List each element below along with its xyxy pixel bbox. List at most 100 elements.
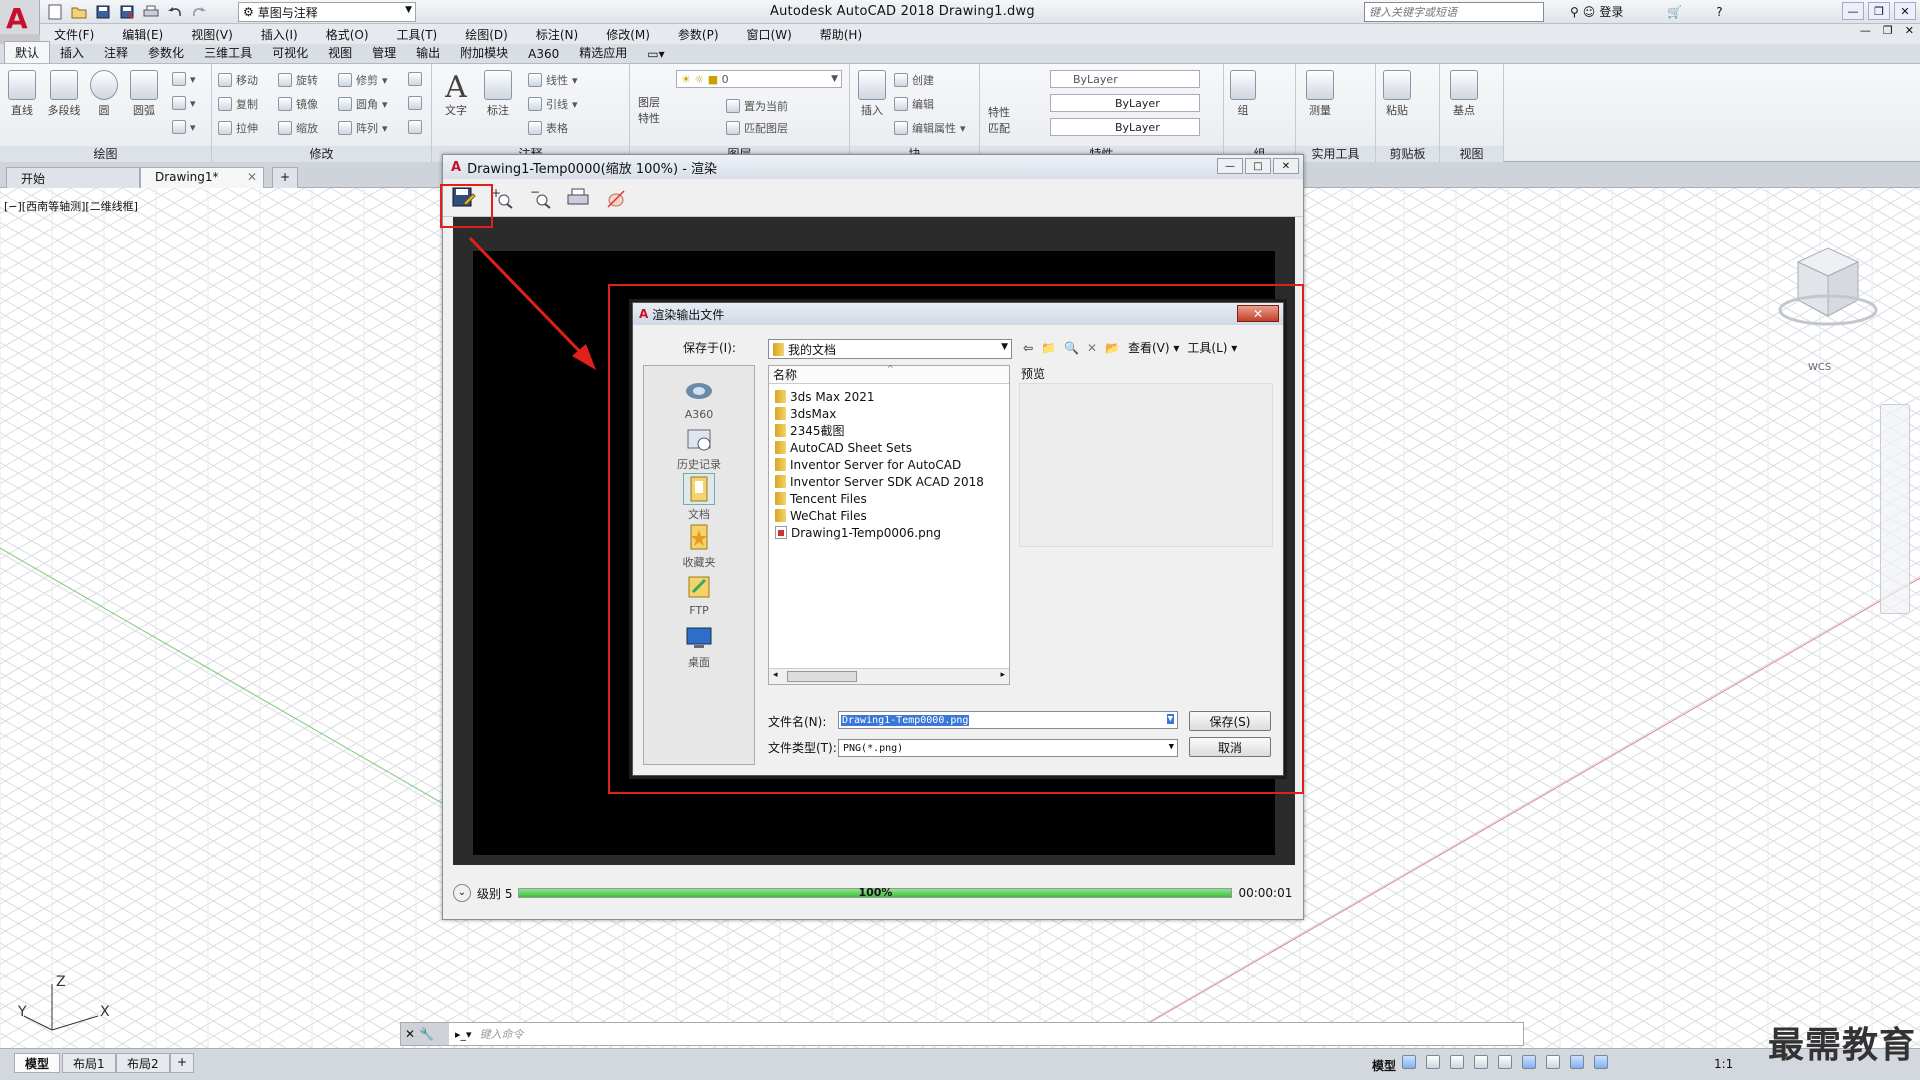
up-folder-icon[interactable]: 📁 xyxy=(1041,341,1056,355)
new-tab-button[interactable]: + xyxy=(272,167,298,188)
tab-featured-apps[interactable]: 精选应用 xyxy=(569,42,637,63)
polar-icon[interactable] xyxy=(1474,1055,1488,1069)
menu-window[interactable]: 窗口(W) xyxy=(733,26,806,43)
close-icon[interactable]: ✕ xyxy=(247,170,257,184)
cancel-button[interactable]: 取消 xyxy=(1189,737,1271,757)
column-header-name[interactable]: 名称 ^ xyxy=(769,364,1009,384)
ortho-icon[interactable] xyxy=(1450,1055,1464,1069)
scrollbar-thumb[interactable] xyxy=(787,671,857,682)
mirror-button[interactable]: 镜像 xyxy=(278,96,318,112)
group-button[interactable]: 组 xyxy=(1228,70,1258,118)
view-panel-title[interactable]: 视图 xyxy=(1440,146,1503,162)
scroll-left-icon[interactable]: ◂ xyxy=(773,670,778,680)
autoscale-icon[interactable] xyxy=(1594,1055,1608,1069)
expand-chevron-icon[interactable]: ⌄ xyxy=(453,884,471,902)
tab-layout2[interactable]: 布局2 xyxy=(116,1053,170,1073)
menu-format[interactable]: 格式(O) xyxy=(312,26,383,43)
hatch-icon[interactable]: ▾ xyxy=(172,96,196,110)
ellipse-icon[interactable]: ▾ xyxy=(172,120,196,134)
annotation-scale[interactable]: 1:1 xyxy=(1714,1057,1733,1071)
clipboard-panel-title[interactable]: 剪贴板 xyxy=(1376,146,1439,162)
tab-a360[interactable]: A360 xyxy=(518,45,569,63)
menu-edit[interactable]: 编辑(E) xyxy=(108,26,177,43)
leader-button[interactable]: 引线 ▾ xyxy=(528,96,578,112)
object-snap-tracking-icon[interactable] xyxy=(1522,1055,1536,1069)
tab-insert[interactable]: 插入 xyxy=(50,42,94,63)
tab-visualize[interactable]: 可视化 xyxy=(262,42,318,63)
viewcube[interactable] xyxy=(1768,240,1878,350)
login-label[interactable]: 登录 xyxy=(1599,3,1623,20)
undo-icon[interactable] xyxy=(166,3,184,21)
login-area[interactable]: ⚲ ☺ 登录 🛒 ? xyxy=(1570,3,1723,20)
minimize-icon[interactable]: — xyxy=(1842,2,1864,20)
tab-home[interactable]: 默认 xyxy=(4,41,51,63)
base-point-button[interactable]: 基点 xyxy=(1444,70,1484,118)
menu-view[interactable]: 视图(V) xyxy=(177,26,247,43)
redo-icon[interactable] xyxy=(190,3,208,21)
wrench-icon[interactable]: 🔧 xyxy=(419,1027,434,1041)
arc-button[interactable]: 圆弧 xyxy=(124,70,164,118)
teapot-render-icon[interactable] xyxy=(603,185,629,211)
lineweight-select[interactable]: ByLayer xyxy=(1050,118,1200,136)
list-item[interactable]: WeChat Files xyxy=(775,507,867,524)
tab-parametric[interactable]: 参数化 xyxy=(138,42,194,63)
menu-insert[interactable]: 插入(I) xyxy=(247,26,312,43)
save-in-select[interactable]: 我的文档 ▼ xyxy=(768,339,1012,359)
back-arrow-icon[interactable]: ⇦ xyxy=(1023,341,1033,355)
measure-button[interactable]: 测量 xyxy=(1300,70,1340,118)
copy-button[interactable]: 复制 xyxy=(218,96,258,112)
color-select[interactable]: ByLayer xyxy=(1050,70,1200,88)
place-documents[interactable]: 文档 xyxy=(644,473,754,522)
list-item[interactable]: Tencent Files xyxy=(775,490,867,507)
minimize-icon[interactable]: — xyxy=(1217,158,1243,174)
command-line[interactable]: ✕ 🔧 ▸_▾ 键入命令 xyxy=(400,1022,1524,1046)
horizontal-scrollbar[interactable]: ◂ ▸ xyxy=(769,668,1009,684)
render-window-titlebar[interactable]: A Drawing1-Temp0000(缩放 100%) - 渲染 xyxy=(443,155,1303,179)
menu-tools[interactable]: 工具(T) xyxy=(383,26,452,43)
fillet-button[interactable]: 圆角 ▾ xyxy=(338,96,388,112)
tab-layout1[interactable]: 布局1 xyxy=(62,1053,116,1073)
tools-menu[interactable]: 工具(L) ▾ xyxy=(1187,339,1237,356)
rectangle-icon[interactable]: ▾ xyxy=(172,72,196,86)
tab-annotate[interactable]: 注释 xyxy=(94,42,138,63)
set-current-layer-button[interactable]: 置为当前 xyxy=(726,98,788,114)
minimize-icon[interactable]: — xyxy=(1860,24,1871,37)
isodraft-icon[interactable] xyxy=(1498,1055,1512,1069)
close-icon[interactable]: ✕ xyxy=(405,1027,415,1041)
list-item[interactable]: Inventor Server for AutoCAD xyxy=(775,456,961,473)
list-item[interactable]: Inventor Server SDK ACAD 2018 xyxy=(775,473,984,490)
scale-button[interactable]: 缩放 xyxy=(278,120,318,136)
file-list[interactable]: 名称 ^ 3ds Max 2021 3dsMax 2345截图 AutoCAD S… xyxy=(768,364,1010,685)
place-favorites[interactable]: 收藏夹 xyxy=(644,522,754,570)
match-properties-button[interactable]: 特性匹配 xyxy=(984,104,1014,136)
array-button[interactable]: 阵列 ▾ xyxy=(338,120,388,136)
match-layer-button[interactable]: 匹配图层 xyxy=(726,120,788,136)
list-item[interactable]: 3dsMax xyxy=(775,405,836,422)
object-snap-icon[interactable] xyxy=(1546,1055,1560,1069)
maximize-icon[interactable]: □ xyxy=(1245,158,1271,174)
close-icon[interactable]: ✕ xyxy=(1894,2,1916,20)
tab-manage[interactable]: 管理 xyxy=(362,42,406,63)
draw-panel-title[interactable]: 绘图 xyxy=(0,146,211,162)
move-button[interactable]: 移动 xyxy=(218,72,258,88)
modify-panel-title[interactable]: 修改 xyxy=(212,146,431,162)
chevron-down-icon[interactable]: ▼ xyxy=(1166,714,1174,724)
restore-icon[interactable]: ❐ xyxy=(1868,2,1890,20)
navigation-bar[interactable] xyxy=(1880,404,1910,614)
tab-addins[interactable]: 附加模块 xyxy=(450,42,518,63)
dimension-button[interactable]: 标注 xyxy=(478,70,518,118)
binoculars-icon[interactable]: ⚲ xyxy=(1570,5,1579,19)
place-history[interactable]: 历史记录 xyxy=(644,424,754,472)
save-button[interactable]: 保存(S) xyxy=(1189,711,1271,731)
new-folder-icon[interactable]: 📂 xyxy=(1105,341,1120,355)
dialog-titlebar[interactable]: A 渲染输出文件 xyxy=(633,303,1283,325)
place-desktop[interactable]: 桌面 xyxy=(644,622,754,670)
chevron-down-icon[interactable]: ▼ xyxy=(1169,742,1174,752)
list-item[interactable]: AutoCAD Sheet Sets xyxy=(775,439,912,456)
filename-input[interactable]: Drawing1-Temp0000.png ▼ xyxy=(838,711,1178,729)
save-as-icon[interactable] xyxy=(118,3,136,21)
place-ftp[interactable]: FTP xyxy=(644,572,754,617)
polyline-button[interactable]: 多段线 xyxy=(42,70,86,118)
help-icon[interactable]: ? xyxy=(1716,5,1722,19)
open-folder-icon[interactable] xyxy=(70,3,88,21)
